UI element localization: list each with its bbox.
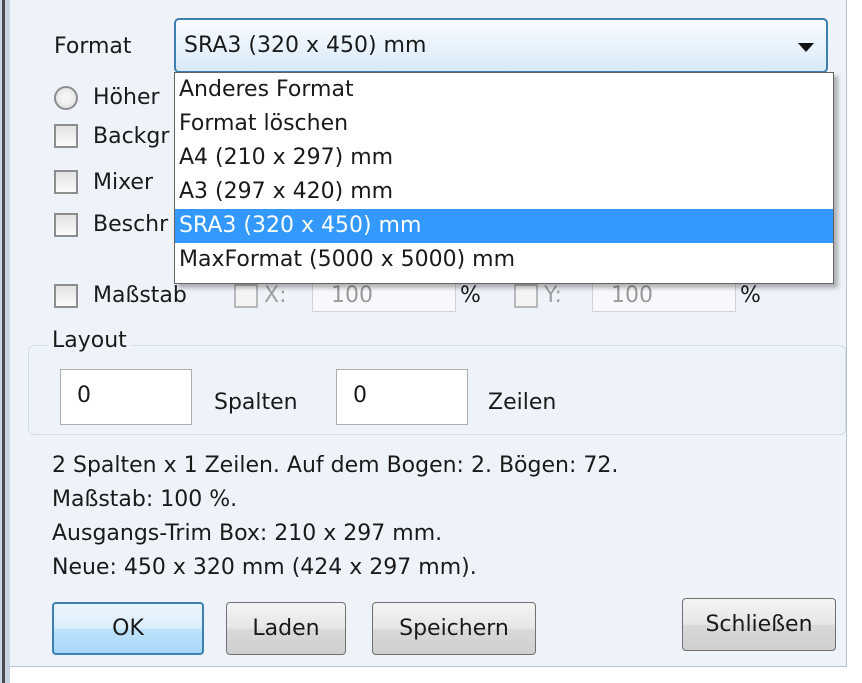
window-frame-line (2, 0, 5, 683)
load-button[interactable]: Laden (226, 602, 346, 655)
columns-label: Spalten (214, 390, 298, 415)
scale-y-checkbox[interactable] (514, 284, 538, 308)
info-line-new-size: Neue: 450 x 320 mm (424 x 297 mm). (52, 555, 477, 580)
crop-checkbox[interactable] (54, 213, 78, 237)
layout-group-title: Layout (48, 328, 131, 353)
close-button[interactable]: Schließen (682, 598, 836, 651)
format-selected-value: SRA3 (320 x 450) mm (184, 33, 427, 58)
format-option-delete[interactable]: Format löschen (175, 107, 833, 141)
background-checkbox[interactable] (54, 124, 78, 148)
format-option-sra3[interactable]: SRA3 (320 x 450) mm (175, 209, 833, 243)
scale-x-checkbox[interactable] (234, 284, 258, 308)
columns-input[interactable]: 0 (60, 369, 192, 425)
window-frame (0, 0, 10, 683)
format-dropdown-list: Anderes Format Format löschen A4 (210 x … (174, 72, 834, 284)
mixer-checkbox[interactable] (54, 170, 78, 194)
format-label: Format (54, 34, 132, 59)
info-line-summary: 2 Spalten x 1 Zeilen. Auf dem Bogen: 2. … (52, 453, 619, 478)
scale-x-unit: % (460, 283, 481, 308)
orientation-label: Höher (93, 85, 160, 110)
info-line-trim-box: Ausgangs-Trim Box: 210 x 297 mm. (52, 521, 443, 546)
chevron-down-icon[interactable] (798, 43, 814, 52)
info-line-scale: Maßstab: 100 %. (52, 487, 238, 512)
format-select[interactable]: SRA3 (320 x 450) mm (174, 18, 828, 73)
scale-y-label: Y: (544, 283, 562, 308)
format-option-a4[interactable]: A4 (210 x 297) mm (175, 141, 833, 175)
mixer-label: Mixer (93, 170, 154, 195)
format-option-maxformat[interactable]: MaxFormat (5000 x 5000) mm (175, 243, 833, 277)
scale-y-unit: % (740, 283, 761, 308)
orientation-radio[interactable] (54, 86, 78, 110)
format-option-a3[interactable]: A3 (297 x 420) mm (175, 175, 833, 209)
format-option-other[interactable]: Anderes Format (175, 73, 833, 107)
background-label: Backgr (93, 124, 170, 149)
scale-checkbox[interactable] (54, 284, 78, 308)
rows-label: Zeilen (488, 390, 557, 415)
ok-button[interactable]: OK (52, 602, 204, 655)
scale-x-label: X: (264, 283, 287, 308)
crop-label: Beschr (93, 212, 169, 237)
scale-label: Maßstab (93, 283, 187, 308)
rows-input[interactable]: 0 (336, 369, 468, 425)
save-button[interactable]: Speichern (372, 602, 536, 655)
